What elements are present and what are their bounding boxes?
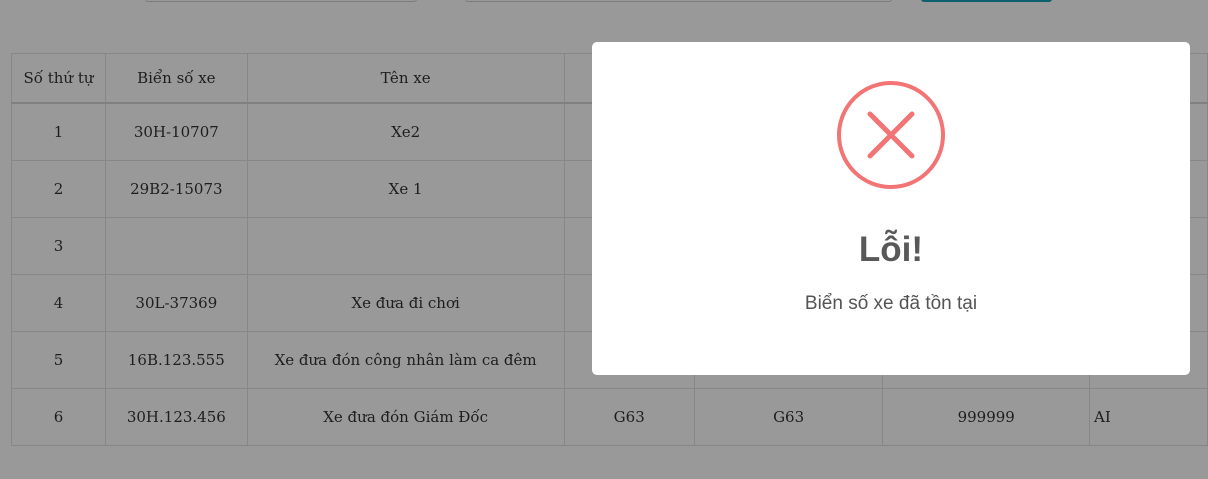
error-x-icon <box>836 80 946 190</box>
dialog-title: Lỗi! <box>858 230 924 269</box>
page: Số thứ tự Biển số xe Tên xe ên 130H-1070… <box>0 0 1208 479</box>
dialog-message: Biển số xe đã tồn tại <box>804 293 978 314</box>
error-dialog: Lỗi! Biển số xe đã tồn tại <box>592 42 1190 375</box>
